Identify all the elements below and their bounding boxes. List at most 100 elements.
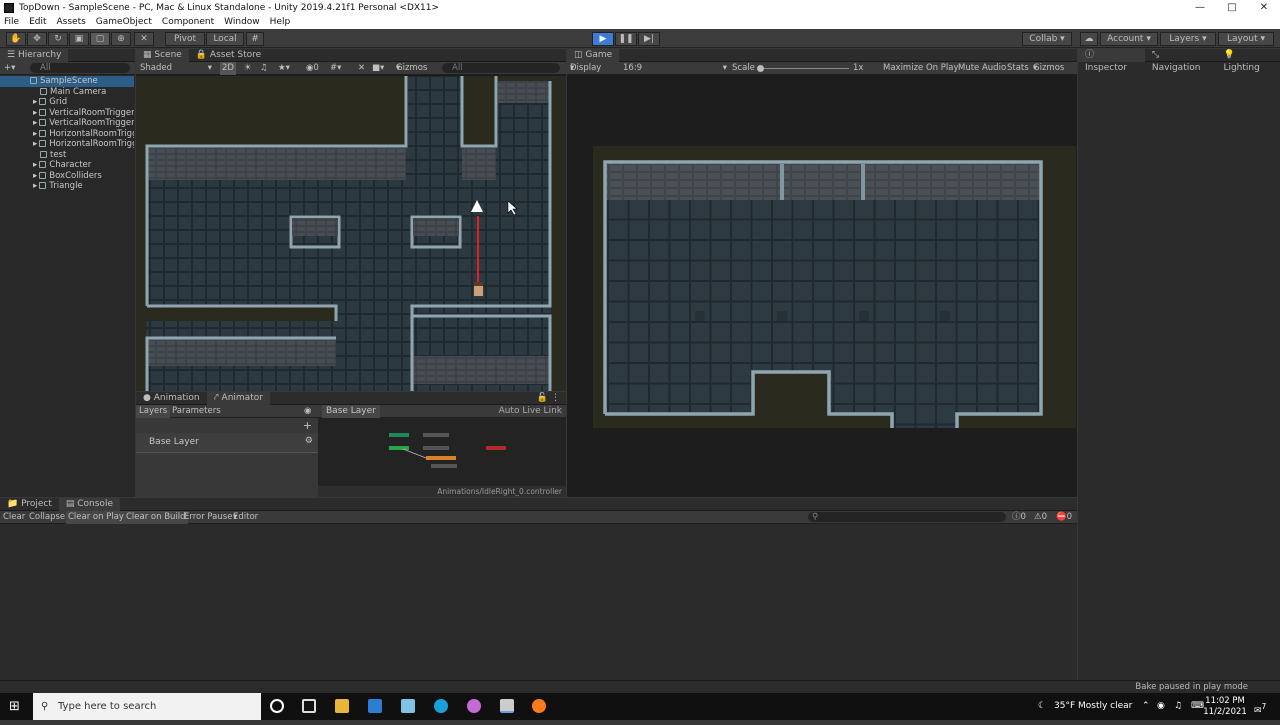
maximize-on-play-toggle[interactable]: Maximize On Play — [883, 62, 958, 75]
menu-file[interactable]: File — [0, 17, 25, 27]
hierarchy-item[interactable]: ▸ HorizontalRoomTrigg — [0, 129, 134, 140]
tab-asset-store[interactable]: 🔒 Asset Store — [189, 49, 268, 62]
game-view-canvas[interactable] — [567, 76, 1077, 497]
tab-scene[interactable]: ▦ Scene — [136, 48, 189, 62]
tab-animator[interactable]: ⤤ Animator — [206, 391, 270, 405]
file-explorer-icon[interactable] — [335, 699, 349, 713]
hierarchy-item[interactable]: ▸ Grid — [0, 97, 134, 108]
hierarchy-item[interactable]: ▸ Character — [0, 160, 134, 171]
grid-snap-icon[interactable]: # — [246, 32, 264, 46]
rotate-tool-icon[interactable]: ↻ — [48, 32, 68, 46]
error-pause-toggle[interactable]: Error Pause — [184, 511, 232, 524]
firefox-icon[interactable] — [532, 699, 546, 713]
windows-start-icon[interactable]: ⊞ — [9, 700, 22, 713]
add-object-button[interactable]: +▾ — [4, 62, 15, 75]
hierarchy-item[interactable]: test — [0, 150, 134, 161]
scene-view-canvas[interactable] — [136, 76, 566, 391]
panel-menu-icon[interactable]: ⋮ — [551, 393, 560, 403]
layers-tab[interactable]: Layers — [136, 405, 171, 418]
warning-count[interactable]: ⚠ 0 — [1034, 511, 1047, 524]
breadcrumb[interactable]: Base Layer — [322, 405, 380, 418]
cloud-icon[interactable]: ☁ — [1080, 32, 1098, 46]
menu-edit[interactable]: Edit — [25, 17, 52, 27]
grid-toggle-icon[interactable]: #▾ — [330, 62, 341, 75]
error-count[interactable]: ⛔ 0 — [1056, 511, 1072, 524]
menu-gameobject[interactable]: GameObject — [92, 17, 158, 27]
hierarchy-item[interactable]: ▸ HorizontalRoomTrigg — [0, 139, 134, 150]
notification-icon[interactable]: ✉7 — [1254, 693, 1266, 720]
hierarchy-item[interactable]: Main Camera — [0, 87, 134, 98]
tray-chevron-icon[interactable]: ⌃ — [1142, 693, 1150, 720]
display-dropdown[interactable]: Display 1 ▾ — [570, 62, 601, 86]
game-gizmos-dropdown[interactable]: Gizmos ▾ — [1033, 62, 1064, 75]
default-state-node[interactable] — [426, 456, 456, 460]
mail-icon[interactable] — [368, 699, 382, 713]
collab-button[interactable]: Collab ▾ — [1022, 32, 1072, 46]
state-node[interactable] — [431, 464, 457, 468]
parameters-tab[interactable]: Parameters — [172, 405, 221, 418]
minimize-icon[interactable]: — — [1184, 0, 1216, 15]
hidden-objects-icon[interactable]: ◉0 — [306, 62, 319, 75]
network-icon[interactable]: ◉ — [1157, 693, 1165, 720]
scene-search-input[interactable]: All — [442, 63, 560, 73]
hierarchy-item[interactable]: ▸ Triangle — [0, 181, 134, 192]
anystate-node[interactable] — [389, 446, 409, 450]
lock-icon[interactable]: 🔓 — [537, 393, 548, 403]
console-search-input[interactable]: ⚲ — [808, 512, 1006, 522]
play-button[interactable]: ▶ — [592, 32, 614, 46]
menu-component[interactable]: Component — [158, 17, 220, 27]
weather-icon[interactable]: ☾ — [1038, 693, 1046, 720]
editor-dropdown[interactable]: Editor ▾ — [233, 511, 258, 524]
move-tool-icon[interactable]: ✥ — [27, 32, 47, 46]
unity-taskbar-icon[interactable] — [500, 699, 514, 713]
scale-slider-handle[interactable] — [757, 65, 764, 72]
lighting-toggle-icon[interactable]: ☀ — [244, 62, 252, 75]
tab-animation[interactable]: ● Animation — [136, 392, 207, 405]
task-view-icon[interactable] — [302, 699, 316, 713]
hierarchy-item[interactable]: ▸ VerticalRoomTrigger — [0, 108, 134, 119]
close-icon[interactable]: ✕ — [1248, 0, 1280, 15]
maximize-icon[interactable]: □ — [1216, 0, 1248, 15]
audio-toggle-icon[interactable]: ♫ — [260, 62, 268, 75]
clock[interactable]: 11:02 PM 11/2/2021 — [1203, 696, 1247, 718]
layer-settings-gear-icon[interactable]: ⚙ — [305, 436, 313, 446]
tab-navigation[interactable]: ⤡ Navigation — [1145, 49, 1217, 73]
info-count[interactable]: ⓘ 0 — [1012, 511, 1026, 524]
clear-on-play-toggle[interactable]: Clear on Play — [66, 511, 126, 524]
pivot-button[interactable]: Pivot — [165, 32, 205, 46]
tools-icon[interactable]: ✕ — [358, 62, 365, 75]
hierarchy-search-input[interactable]: All — [30, 63, 130, 73]
edge-icon[interactable] — [434, 699, 448, 713]
custom-tool-icon[interactable]: ✕ — [134, 32, 154, 46]
hierarchy-item[interactable]: ▸ BoxColliders — [0, 171, 134, 182]
scale-slider[interactable] — [759, 68, 849, 69]
menu-assets[interactable]: Assets — [53, 17, 92, 27]
auto-live-link-button[interactable]: Auto Live Link — [499, 405, 562, 418]
effects-dropdown-icon[interactable]: ★▾ — [278, 62, 290, 75]
eye-icon[interactable]: ◉ — [304, 405, 311, 418]
local-button[interactable]: Local — [206, 32, 244, 46]
account-dropdown[interactable]: Account ▾ — [1100, 32, 1158, 46]
menu-window[interactable]: Window — [220, 17, 266, 27]
state-node[interactable] — [423, 433, 449, 437]
camera-dropdown-icon[interactable]: ■▾ — [372, 62, 384, 75]
add-layer-button[interactable]: + — [303, 419, 312, 432]
tab-game[interactable]: ◫ Game — [567, 48, 620, 62]
entry-state-node[interactable] — [389, 433, 409, 437]
hierarchy-item[interactable]: ▸ VerticalRoomTrigger ( — [0, 118, 134, 129]
scene-gizmos-dropdown[interactable]: Gizmos ▾ — [396, 62, 427, 75]
rect-tool-icon[interactable]: ▢ — [90, 32, 110, 46]
animator-graph[interactable] — [318, 418, 566, 486]
mute-audio-toggle[interactable]: Mute Audio — [958, 62, 1006, 75]
app-icon[interactable] — [401, 699, 415, 713]
volume-icon[interactable]: ♫ — [1174, 693, 1182, 720]
tab-inspector[interactable]: ⓘ Inspector — [1078, 48, 1145, 73]
state-node[interactable] — [423, 446, 449, 450]
clear-on-build-toggle[interactable]: Clear on Build — [124, 511, 188, 524]
step-button[interactable]: ▶| — [638, 32, 660, 46]
2d-toggle[interactable]: 2D — [220, 62, 236, 75]
tab-hierarchy[interactable]: ☰ Hierarchy — [0, 48, 69, 62]
menu-help[interactable]: Help — [266, 17, 297, 27]
app-icon[interactable] — [467, 699, 481, 713]
stats-toggle[interactable]: Stats — [1007, 62, 1029, 75]
